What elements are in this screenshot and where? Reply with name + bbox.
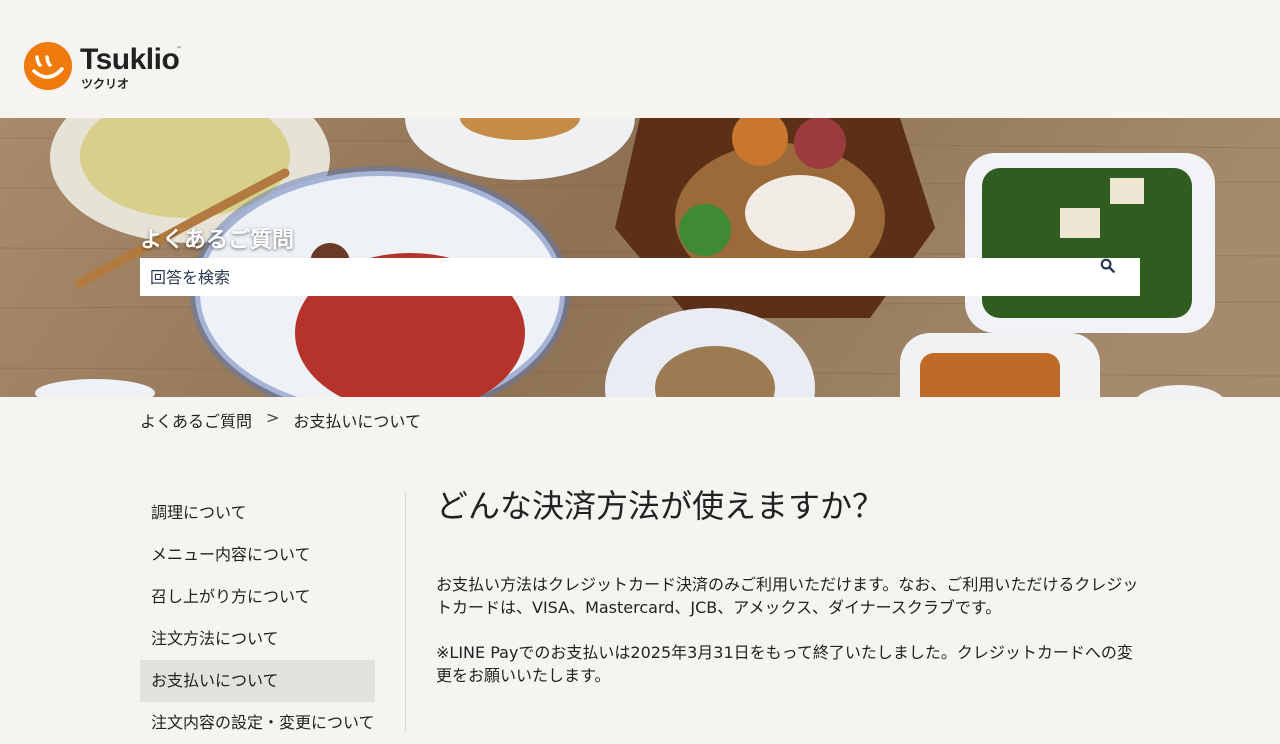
sidebar-item-cooking[interactable]: 調理について (140, 492, 375, 534)
breadcrumb: よくあるご質問 > お支払いについて (140, 408, 421, 432)
search-bar (140, 258, 1140, 296)
hero-title: よくあるご質問 (140, 228, 295, 253)
article-title: どんな決済方法が使えますか？ (436, 487, 885, 525)
trademark-symbol: ™ (176, 46, 182, 53)
search-input[interactable] (140, 258, 1100, 296)
category-sidebar: 調理について メニュー内容について 召し上がり方について 注文方法について お支… (140, 492, 375, 744)
smiley-icon (24, 42, 72, 90)
logo[interactable]: Tsuklio ™ ツクリオ (24, 42, 194, 92)
site-header: Tsuklio ™ ツクリオ (0, 0, 1280, 118)
breadcrumb-separator: > (266, 408, 280, 427)
logo-kana: ツクリオ (81, 77, 130, 91)
breadcrumb-current[interactable]: お支払いについて (293, 408, 421, 432)
search-button[interactable] (1100, 258, 1140, 296)
sidebar-item-payment[interactable]: お支払いについて (140, 660, 375, 702)
article: どんな決済方法が使えますか？ お支払い方法はクレジットカード決済のみご利用いただ… (436, 484, 1146, 685)
search-icon (1100, 258, 1115, 273)
article-paragraph: お支払い方法はクレジットカード決済のみご利用いただけます。なお、ご利用いただける… (436, 575, 1139, 617)
sidebar-item-order-settings[interactable]: 注文内容の設定・変更について (140, 702, 375, 744)
article-paragraph: ※LINE Payでのお支払いは2025年3月31日をもって終了いたしました。ク… (436, 643, 1133, 685)
breadcrumb-link-faq[interactable]: よくあるご質問 (140, 408, 252, 432)
logo-wordmark: Tsuklio (80, 43, 180, 76)
hero-banner: よくあるご質問 (0, 118, 1280, 397)
sidebar-item-ordering[interactable]: 注文方法について (140, 618, 375, 660)
sidebar-divider (405, 492, 406, 732)
sidebar-item-menu-contents[interactable]: メニュー内容について (140, 534, 375, 576)
sidebar-item-how-to-eat[interactable]: 召し上がり方について (140, 576, 375, 618)
